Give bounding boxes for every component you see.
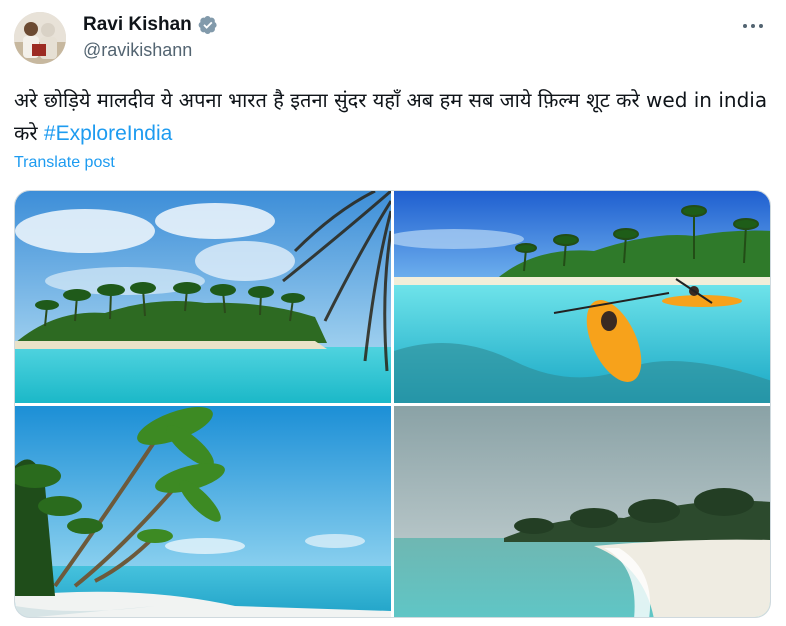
author-name-row: Ravi Kishan xyxy=(83,12,218,38)
more-dot xyxy=(759,24,763,28)
avatar-image xyxy=(14,12,66,64)
author-handle[interactable]: @ravikishann xyxy=(83,40,192,61)
translate-post-link[interactable]: Translate post xyxy=(14,154,115,172)
more-horizontal-icon xyxy=(743,24,747,28)
more-dot xyxy=(751,24,755,28)
media-grid xyxy=(14,190,771,618)
verified-badge-icon[interactable] xyxy=(198,15,218,35)
media-photo-palms[interactable] xyxy=(15,406,391,617)
media-photo-island[interactable] xyxy=(15,191,391,403)
author-display-name[interactable]: Ravi Kishan xyxy=(83,14,192,36)
more-options-button[interactable] xyxy=(738,14,768,38)
author-avatar[interactable] xyxy=(14,12,66,64)
hashtag-link[interactable]: #ExploreIndia xyxy=(44,122,172,145)
media-photo-kayaks[interactable] xyxy=(394,191,770,403)
tweet-text: अरे छोड़िये मालदीव ये अपना भारत है इतना … xyxy=(14,84,774,150)
media-photo-beach[interactable] xyxy=(394,406,770,617)
